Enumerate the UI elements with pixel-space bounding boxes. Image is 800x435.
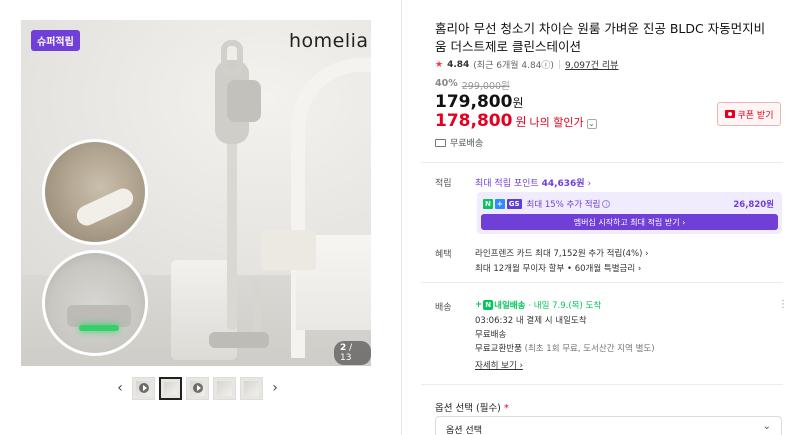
- star-icon: ★: [435, 59, 444, 70]
- plus-icon: +: [475, 300, 483, 310]
- order-deadline: 03:06:32 내 결제 시 내일도착: [475, 316, 587, 326]
- membership-box: N + GS 최대 15% 추가 적립 i 26,820원 멤버십 시작하고 최…: [477, 192, 782, 234]
- member-price-unit: 원: [515, 115, 527, 129]
- chevron-right-icon: ›: [587, 179, 592, 189]
- section-divider: [421, 384, 783, 385]
- option-select-value: 옵션 선택: [446, 426, 482, 435]
- section-divider: [421, 162, 783, 163]
- delivery-arrival: + N 내일배송 · 내일 7.9.(목) 도착: [475, 299, 601, 311]
- thumbnail-selected[interactable]: [159, 376, 182, 400]
- shipping-row: 무료배송: [435, 136, 483, 149]
- gs-badge: GS: [506, 199, 522, 209]
- thumbnail-image: [217, 380, 232, 396]
- play-icon: [193, 382, 203, 393]
- arrival-date: · 내일 7.9.(목) 도착: [528, 301, 602, 311]
- member-price[interactable]: 178,800 원 나의 할인가 ⌄: [435, 111, 597, 131]
- points-label: 적립: [435, 179, 452, 189]
- plus-badge: +: [494, 199, 505, 209]
- discount-row: 40% 299,000원: [435, 78, 510, 92]
- original-price: 299,000원: [461, 81, 510, 92]
- required-mark: *: [503, 403, 509, 414]
- thumbnail-image: [164, 381, 177, 395]
- installment-benefit-link[interactable]: 최대 12개월 무이자 할부 • 60개월 특별금리 ›: [475, 262, 641, 274]
- image-vacuum-head: [209, 332, 269, 348]
- max-points-prefix: 최대 적립 포인트: [475, 179, 539, 189]
- option-label: 옵션 선택 (필수) *: [435, 400, 509, 414]
- image-vacuum-handle: [221, 40, 243, 76]
- image-counter: 2 / 13: [334, 341, 371, 365]
- coupon-icon: [724, 110, 735, 118]
- brand-logo: homelia: [289, 30, 369, 52]
- delivery-detail-link[interactable]: 자세히 보기 ›: [475, 359, 523, 371]
- thumbnail[interactable]: [213, 376, 236, 400]
- coupon-button-label: 쿠폰 받기: [737, 110, 774, 121]
- member-price-value: 178,800: [435, 111, 513, 131]
- free-return: 무료교환반품 (최초 1회 무료, 도서산간 지역 별도): [475, 342, 655, 354]
- info-icon[interactable]: i: [602, 200, 611, 208]
- super-reward-badge: 슈퍼적립: [31, 30, 80, 51]
- main-product-image[interactable]: 슈퍼적립 homelia 2 / 13: [21, 20, 371, 366]
- sale-price: 179,800원: [435, 92, 523, 112]
- option-select[interactable]: 옵션 선택 ⌄: [435, 416, 782, 435]
- detail-circle-dust: [42, 139, 148, 245]
- detail-circle-led-head: [42, 250, 148, 356]
- membership-total: 26,820원: [733, 200, 774, 210]
- free-return-text: 무료교환반품: [475, 344, 522, 354]
- naver-n-icon: N: [483, 300, 494, 310]
- rating-score: 4.84: [447, 59, 470, 70]
- benefits-label: 혜택: [435, 250, 452, 260]
- sale-price-value: 179,800: [435, 92, 513, 112]
- naver-n-badge: N: [483, 199, 493, 209]
- rating-row: ★ 4.84 (최근 6개월 4.84ⓘ) | 9,097건 리뷰: [435, 58, 618, 72]
- column-divider: [401, 0, 402, 435]
- membership-start-button[interactable]: 멤버십 시작하고 최대 적립 받기 ›: [481, 214, 778, 230]
- option-label-text: 옵션 선택 (필수): [435, 403, 501, 414]
- rating-recent[interactable]: (최근 6개월 4.84ⓘ): [473, 58, 554, 71]
- discount-rate: 40%: [435, 78, 458, 89]
- section-divider: [421, 282, 783, 283]
- chevron-down-icon[interactable]: ⌄: [586, 119, 597, 129]
- max-points-value: 44,636원: [541, 179, 585, 189]
- truck-icon: [435, 138, 446, 147]
- delivery-label: 배송: [435, 303, 452, 313]
- membership-info: N + GS 최대 15% 추가 적립 i: [483, 198, 611, 210]
- thumbnail[interactable]: [186, 376, 209, 400]
- image-tissue-box: [261, 230, 316, 270]
- thumb-prev-button[interactable]: ‹: [112, 375, 128, 401]
- sale-price-unit: 원: [512, 96, 524, 110]
- thumbnail-image: [244, 380, 259, 396]
- thumb-next-button[interactable]: ›: [267, 375, 283, 401]
- review-count-link[interactable]: 9,097건 리뷰: [565, 58, 618, 71]
- free-return-note: (최초 1회 무료, 도서산간 지역 별도): [524, 344, 655, 354]
- image-vacuum-stick: [227, 140, 237, 330]
- more-options-icon[interactable]: ⋮: [778, 299, 788, 310]
- membership-text: 최대 15% 추가 적립: [526, 200, 601, 210]
- tomorrow-delivery-badge: + N 내일배송: [475, 299, 525, 311]
- image-counter-current: 2: [340, 343, 347, 353]
- tomorrow-delivery-text: 내일배송: [494, 301, 526, 311]
- rating-separator: |: [557, 59, 561, 70]
- image-vacuum-dustcup: [227, 80, 261, 122]
- member-price-label: 나의 할인가: [529, 116, 584, 129]
- max-points-link[interactable]: 최대 적립 포인트 44,636원 ›: [475, 176, 591, 189]
- image-second-stick: [253, 278, 261, 338]
- card-benefit-link[interactable]: 라인프렌즈 카드 최대 7,152원 추가 적립(4%) ›: [475, 247, 649, 259]
- product-title: 홈리아 무선 청소기 차이슨 원룸 가벼운 진공 BLDC 자동먼지비움 더스트…: [435, 21, 766, 54]
- delivery-fee: 무료배송: [475, 330, 507, 340]
- thumbnail[interactable]: [240, 376, 263, 400]
- free-shipping-text: 무료배송: [450, 139, 484, 149]
- coupon-button[interactable]: 쿠폰 받기: [717, 102, 781, 126]
- play-icon: [139, 382, 149, 393]
- thumbnail-video[interactable]: [132, 376, 155, 400]
- thumbnail-strip: ‹ ›: [112, 374, 283, 402]
- chevron-down-icon: ⌄: [762, 421, 771, 432]
